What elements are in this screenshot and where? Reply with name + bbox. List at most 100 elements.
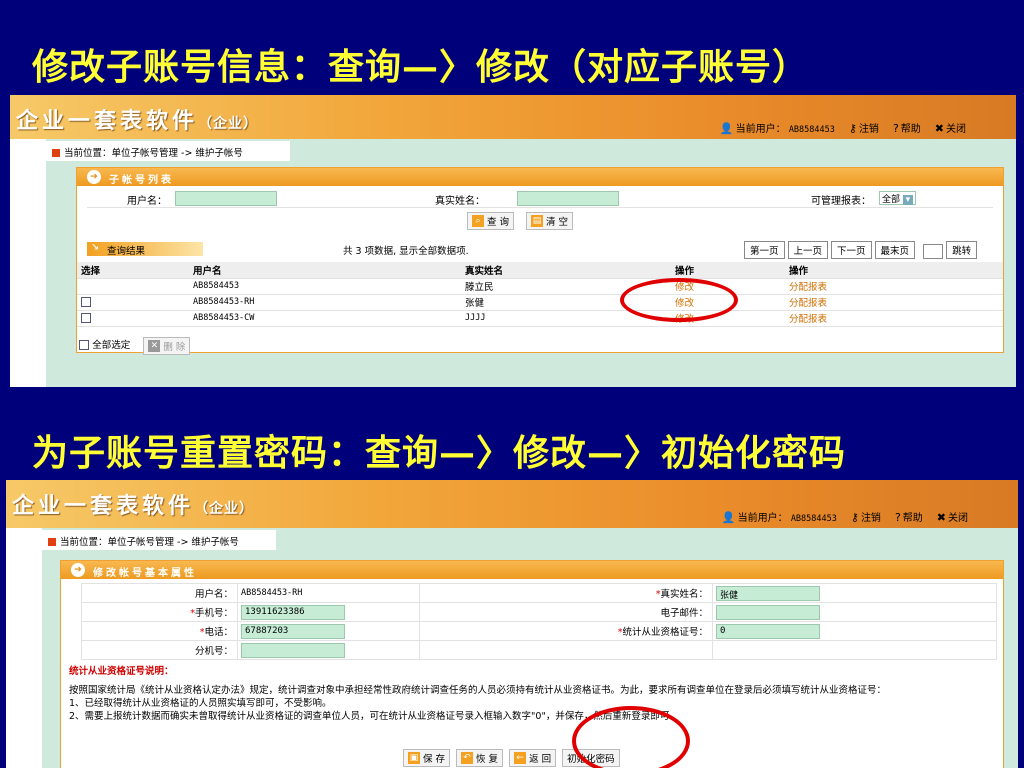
search-buttons: ⌕ 查 询 ▤ 清 空 (467, 212, 574, 230)
realname-cell: 张健 (712, 583, 997, 603)
column-header-realname: 真实姓名 (461, 262, 671, 279)
email-label: 电子邮件： (419, 602, 713, 622)
main-content: 当前位置：单位子帐号管理 -> 维护子帐号 ➔ 子帐号列表 用户名： 真实姓名： … (46, 139, 1016, 387)
email-input[interactable] (716, 604, 820, 620)
clear-button[interactable]: ▤ 清 空 (526, 212, 574, 230)
undo-icon: ↶ (461, 752, 474, 764)
query-button[interactable]: ⌕ 查 询 (467, 212, 515, 230)
realname-input[interactable]: 张健 (716, 585, 820, 601)
account-list-panel: ➔ 子帐号列表 用户名： 真实姓名： 可管理报表： 全部 ▾ ⌕ 查 询 ▤ 清 空 … (76, 167, 1004, 355)
page-number-input[interactable] (923, 244, 944, 259)
column-header-select: 选择 (77, 262, 189, 279)
accounts-table: 选择 用户名 真实姓名 操作 操作 AB8584453 滕立民 修改 分配报表 (77, 262, 1003, 327)
row-assign-link[interactable]: 分配报表 (785, 294, 1003, 311)
row-assign-link[interactable]: 分配报表 (785, 310, 1003, 327)
row-checkbox[interactable] (81, 297, 91, 307)
list-screenshot: 企业一套表软件（企业） 👤 当前用户： AB8584453 ⚷ 注销 ? 帮助 ✖ 关闭… (10, 95, 1016, 387)
app-banner: 企业一套表软件（企业） 👤 当前用户： AB8584453 ⚷ 注销 ? 帮助 ✖ 关闭 (10, 95, 1016, 139)
prev-page-button[interactable]: 上一页 (787, 241, 829, 259)
chevron-down-icon: ▾ (902, 195, 913, 205)
cert-label: *统计从业资格证号： (419, 621, 713, 641)
highlight-ring-edit (620, 278, 738, 322)
delete-button[interactable]: ✕ 删 除 (143, 337, 191, 355)
user-icon: 👤 (719, 122, 734, 135)
form-row: *手机号： 13911623386 电子邮件： (81, 602, 997, 622)
reports-select[interactable]: 全部 ▾ (879, 191, 916, 205)
table-row: AB8584453-CW JJJJ 修改 分配报表 (77, 310, 1003, 327)
breadcrumb-arrow-icon (52, 149, 60, 157)
realname-filter-input[interactable] (517, 191, 619, 206)
form-row: 用户名： AB8584453-RH *真实姓名： 张健 (81, 583, 997, 603)
account-form: 用户名： AB8584453-RH *真实姓名： 张健 *手机号： 139116… (81, 583, 997, 660)
search-icon: ⌕ (472, 215, 484, 227)
key-icon: ⚷ (848, 122, 857, 135)
close-link[interactable]: ✖ 关闭 (935, 120, 966, 135)
left-strip (10, 139, 46, 387)
form-row: 分机号： (81, 640, 997, 660)
row-select-cell (77, 294, 189, 311)
form-row: *电话： 67887203 *统计从业资格证号： 0 (81, 621, 997, 641)
mobile-label: *手机号： (81, 602, 238, 622)
row-select-cell (77, 278, 189, 295)
save-icon: ▣ (408, 752, 420, 764)
phone-cell: 67887203 (237, 621, 420, 641)
cert-note-line: 2、需要上报统计数据而确实未曾取得统计从业资格证的调查单位人员，可在统计从业资格… (69, 711, 679, 722)
realname-filter-label: 真实姓名： (435, 196, 485, 207)
app-brand: 企业一套表软件（企业） (12, 494, 255, 519)
ext-input[interactable] (241, 642, 345, 658)
user-icon: 👤 (721, 511, 736, 524)
close-icon: ✖ (934, 122, 944, 135)
back-button[interactable]: ← 返 回 (509, 749, 557, 767)
select-all-label: 全部选定 (92, 340, 131, 351)
edit-account-panel: ➔ 修改帐号基本属性 用户名： AB8584453-RH *真实姓名： 张健 *手… (60, 560, 1004, 768)
logout-link[interactable]: ⚷ 注销 (849, 120, 879, 135)
first-page-button[interactable]: 第一页 (744, 241, 785, 259)
logout-link[interactable]: ⚷ 注销 (851, 509, 881, 524)
restore-button[interactable]: ↶ 恢 复 (456, 749, 504, 767)
cert-note-line: 按照国家统计局《统计从业资格认定办法》规定，统计调查对象中承担经常性政府统计调查… (69, 685, 887, 696)
help-icon: ? (892, 122, 899, 135)
close-icon: ✖ (936, 511, 946, 524)
current-user: 👤 当前用户： AB8584453 (719, 122, 835, 135)
row-assign-link[interactable]: 分配报表 (785, 278, 1003, 295)
column-header-username: 用户名 (189, 262, 461, 279)
panel-title: ➔ 修改帐号基本属性 (61, 561, 1003, 579)
select-all-checkbox[interactable] (79, 340, 89, 350)
column-header-action-assign: 操作 (785, 262, 1003, 279)
close-link[interactable]: ✖ 关闭 (937, 509, 968, 524)
last-page-button[interactable]: 最末页 (874, 241, 916, 259)
bulk-actions: 全部选定 ✕ 删 除 (77, 334, 1003, 355)
table-row: AB8584453-RH 张健 修改 分配报表 (77, 294, 1003, 311)
cert-note: 统计从业资格证号说明： 按照国家统计局《统计从业资格认定办法》规定，统计调查对象… (69, 665, 997, 723)
highlight-ring-init-password (572, 706, 690, 768)
mobile-input[interactable]: 13911623386 (241, 604, 345, 620)
cert-cell: 0 (712, 621, 997, 641)
help-link[interactable]: ? 帮助 (895, 509, 923, 524)
back-arrow-icon: ← (514, 752, 527, 764)
left-strip (6, 528, 42, 768)
help-link[interactable]: ? 帮助 (893, 120, 921, 135)
arrow-right-icon: ➔ (87, 170, 101, 184)
jump-button[interactable]: 跳转 (946, 241, 978, 259)
reports-filter-label: 可管理报表： (811, 196, 871, 207)
results-arrow-icon: ↘ (91, 242, 99, 253)
username-filter-input[interactable] (175, 191, 277, 206)
slide-heading-modify: 修改子账号信息：查询—〉修改（对应子账号） (32, 46, 810, 88)
results-label: ↘ 查询结果 (87, 242, 203, 257)
search-row: 用户名： 真实姓名： 可管理报表： 全部 ▾ (87, 190, 993, 208)
breadcrumb: 当前位置：单位子帐号管理 -> 维护子帐号 (46, 141, 290, 161)
phone-label: *电话： (81, 621, 238, 641)
username-label: 用户名： (81, 583, 238, 603)
pager: 第一页 上一页 下一页 最末页 跳转 (741, 241, 978, 259)
save-button[interactable]: ▣ 保 存 (403, 749, 451, 767)
phone-input[interactable]: 67887203 (241, 623, 345, 639)
panel-title: ➔ 子帐号列表 (77, 168, 1003, 186)
next-page-button[interactable]: 下一页 (831, 241, 872, 259)
cert-input[interactable]: 0 (716, 623, 820, 639)
row-select-cell (77, 310, 189, 327)
row-username: AB8584453 (189, 278, 461, 295)
ext-cell (237, 640, 420, 660)
row-checkbox[interactable] (81, 313, 91, 323)
mobile-cell: 13911623386 (237, 602, 420, 622)
app-banner: 企业一套表软件（企业） 👤 当前用户： AB8584453 ⚷ 注销 ? 帮助 ✖ 关闭 (6, 480, 1018, 528)
